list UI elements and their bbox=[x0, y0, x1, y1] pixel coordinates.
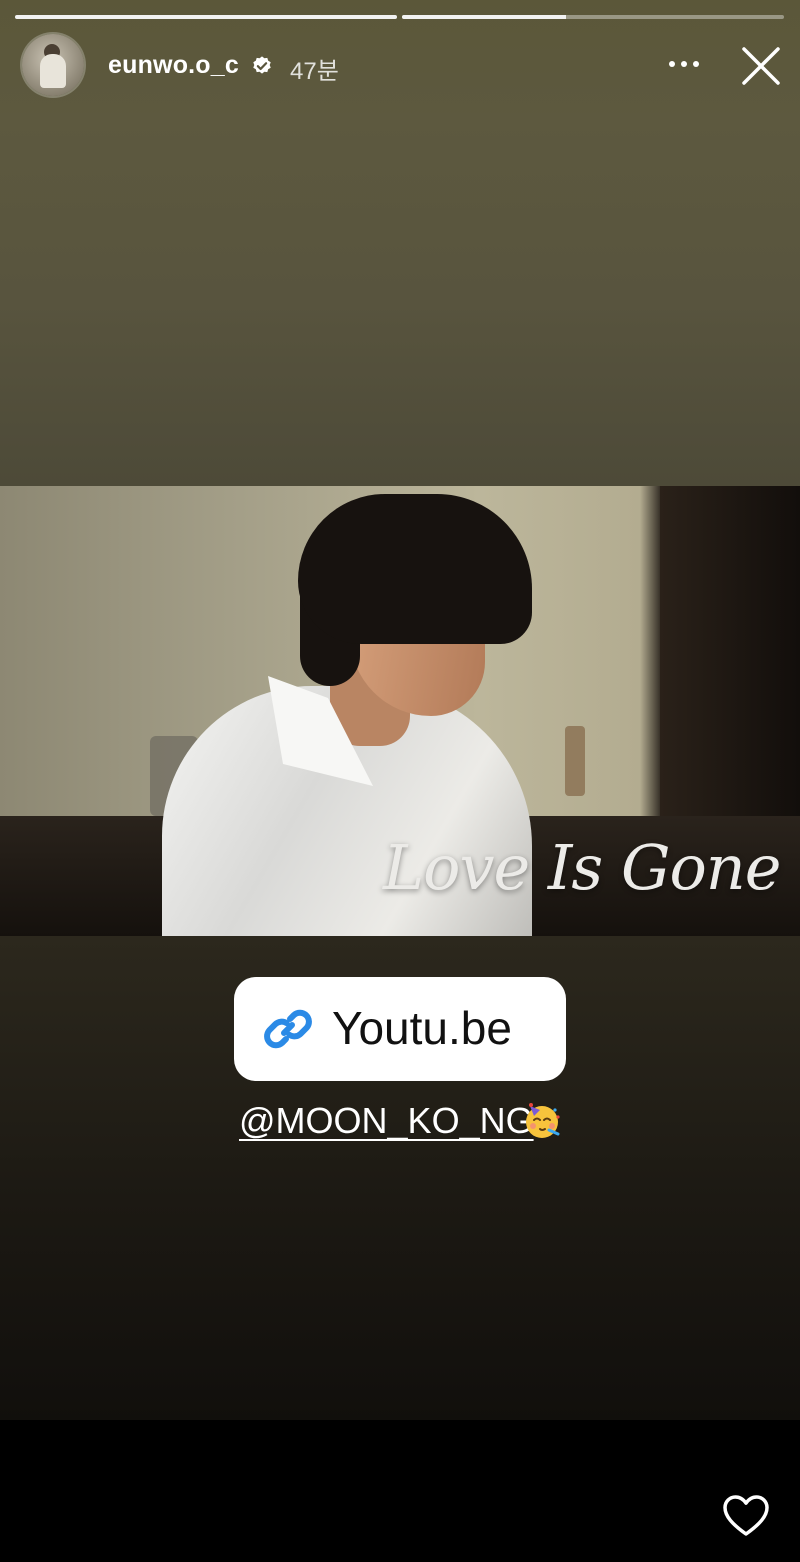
partying-face-emoji bbox=[526, 1103, 560, 1138]
media-background-object bbox=[565, 726, 585, 796]
media-person-hair bbox=[298, 494, 532, 644]
verified-badge-icon bbox=[253, 56, 271, 74]
story-time: 47분 bbox=[290, 58, 339, 85]
story-footer bbox=[0, 1420, 800, 1562]
story-progress-1 bbox=[15, 15, 397, 19]
link-icon bbox=[264, 1009, 312, 1049]
story-progress-1-fill bbox=[15, 15, 397, 19]
avatar-photo-body bbox=[40, 54, 66, 88]
story-media-image: Love Is Gone bbox=[0, 486, 800, 936]
avatar[interactable] bbox=[22, 34, 84, 96]
story-progress-2-fill bbox=[402, 15, 567, 19]
story-progress-2 bbox=[402, 15, 784, 19]
media-overlay-title: Love Is Gone bbox=[383, 831, 781, 904]
link-sticker[interactable]: Youtu.be bbox=[234, 977, 566, 1081]
more-options-icon[interactable] bbox=[666, 52, 702, 76]
close-icon[interactable] bbox=[740, 45, 782, 87]
link-sticker-label: Youtu.be bbox=[332, 1002, 512, 1054]
username[interactable]: eunwo.o_c bbox=[108, 51, 239, 80]
mention-tag[interactable]: @MOON_KO_NG bbox=[239, 1100, 534, 1142]
heart-icon[interactable] bbox=[722, 1494, 770, 1538]
